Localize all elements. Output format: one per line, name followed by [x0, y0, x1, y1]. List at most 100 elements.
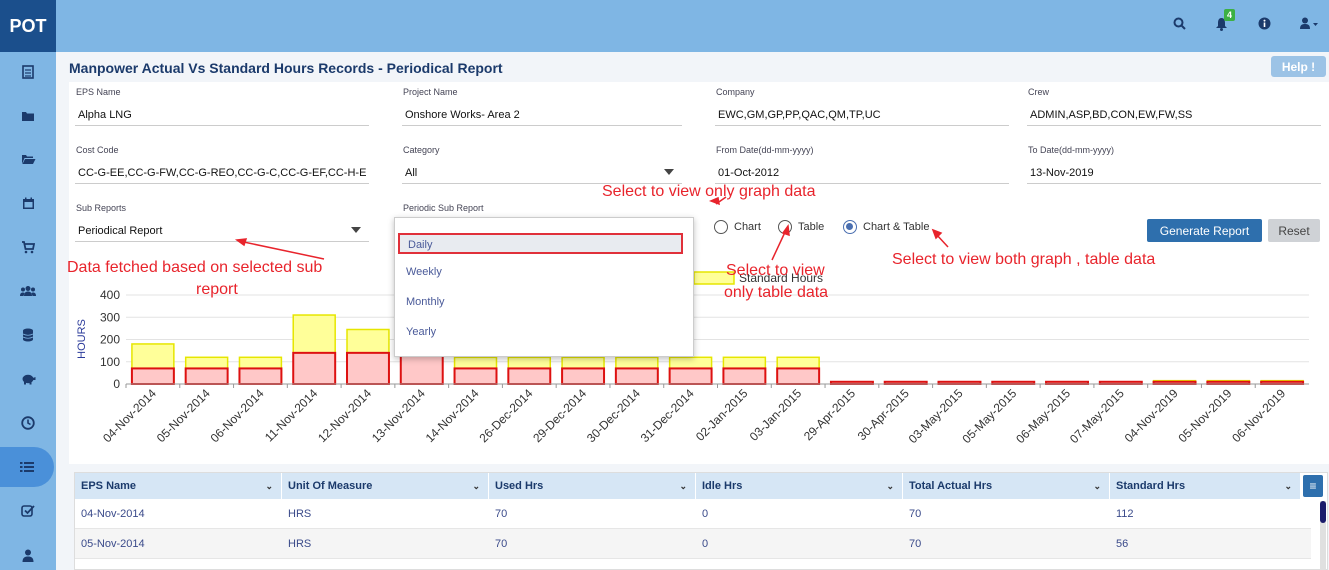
radio-table-circle[interactable]: [778, 220, 792, 234]
option-monthly[interactable]: Monthly: [398, 292, 683, 313]
option-weekly[interactable]: Weekly: [398, 262, 683, 283]
crew-field[interactable]: ADMIN,ASP,BD,CON,EW,FW,SS: [1027, 104, 1321, 126]
col-header-label: Standard Hrs: [1116, 480, 1186, 492]
cart-icon[interactable]: [0, 227, 56, 267]
users-icon[interactable]: [0, 271, 56, 311]
x-tick-label: 11-Nov-2014: [262, 386, 321, 445]
periodic-sub-report-label: Periodic Sub Report: [403, 203, 484, 213]
sub-reports-label: Sub Reports: [76, 203, 127, 213]
col-header-used-hrs[interactable]: Used Hrs ⌄: [489, 473, 696, 499]
bar-total-actual-hrs: [722, 367, 767, 386]
y-tick-label: 200: [100, 333, 120, 347]
col-header-total-actual-hrs[interactable]: Total Actual Hrs ⌄: [903, 473, 1110, 499]
annotation-graph: Select to view only graph data: [602, 183, 816, 200]
sort-chevron-icon[interactable]: ⌄: [886, 473, 894, 499]
radio-chart-label: Chart: [734, 221, 761, 233]
from-date-label: From Date(dd-mm-yyyy): [716, 145, 814, 155]
page-title: Manpower Actual Vs Standard Hours Record…: [69, 60, 503, 76]
cell-unit: HRS: [288, 538, 312, 550]
radio-table[interactable]: Table: [778, 220, 824, 234]
bar-chart: 0 100 200 300 400 HOURS 04-Nov-201405-Nov-2014…: [76, 271, 1309, 446]
x-tick-label: 29-Apr-2015: [801, 386, 858, 443]
y-tick-label: 300: [100, 310, 120, 324]
sort-chevron-icon[interactable]: ⌄: [1284, 473, 1292, 499]
option-daily[interactable]: Daily: [398, 233, 683, 254]
sort-chevron-icon[interactable]: ⌄: [265, 473, 273, 499]
eps-name-field[interactable]: Alpha LNG: [75, 104, 369, 126]
col-header-label: Used Hrs: [495, 480, 544, 492]
x-tick-label: 04-Nov-2019: [1122, 386, 1181, 445]
cell-total-actual-hrs: 70: [909, 508, 922, 520]
bar-total-actual-hrs: [130, 367, 175, 386]
cost-code-field[interactable]: CC-G-EE,CC-G-FW,CC-G-REO,CC-G-C,CC-G-EF,…: [75, 162, 369, 184]
radio-table-label: Table: [798, 221, 825, 233]
cell-idle-hrs: 0: [702, 508, 709, 520]
generate-report-button[interactable]: Generate Report: [1147, 219, 1262, 242]
bar-total-actual-hrs: [507, 367, 552, 386]
bar-total-actual-hrs: [668, 367, 713, 386]
radio-chart-and-table-circle[interactable]: [843, 220, 857, 234]
bar-total-actual-hrs: [346, 351, 390, 385]
reset-button[interactable]: Reset: [1268, 219, 1320, 242]
report-table: EPS Name ⌄ Unit Of Measure ⌄ Used Hrs ⌄ Idl…: [74, 472, 1328, 570]
bar-total-actual-hrs: [184, 367, 229, 386]
y-tick-label: 400: [100, 288, 120, 302]
cell-idle-hrs: 0: [702, 538, 709, 550]
sub-reports-select[interactable]: Periodical Report: [75, 220, 369, 242]
x-tick-label: 05-May-2015: [959, 386, 1019, 446]
list-icon[interactable]: [0, 447, 54, 487]
sort-chevron-icon[interactable]: ⌄: [679, 473, 687, 499]
sort-chevron-icon[interactable]: ⌄: [1093, 473, 1101, 499]
radio-chart-circle[interactable]: [714, 220, 728, 234]
sort-chevron-icon[interactable]: ⌄: [472, 473, 480, 499]
from-date-field[interactable]: 01-Oct-2012: [715, 162, 1009, 184]
to-date-field[interactable]: 13-Nov-2019: [1027, 162, 1321, 184]
col-header-label: Unit Of Measure: [288, 480, 373, 492]
clock-icon[interactable]: [0, 403, 56, 443]
y-tick-label: 100: [100, 355, 120, 369]
column-menu-button[interactable]: ≡: [1303, 475, 1323, 497]
table-row[interactable]: 04-Nov-2014 HRS 70 0 70 112: [75, 499, 1311, 529]
cell-eps-name: 05-Nov-2014: [81, 538, 145, 550]
radio-chart-and-table[interactable]: Chart & Table: [843, 220, 929, 234]
x-tick-label: 05-Nov-2019: [1176, 386, 1235, 445]
database-icon[interactable]: [0, 315, 56, 355]
company-field[interactable]: EWC,GM,GP,PP,QAC,QM,TP,UC: [715, 104, 1009, 126]
x-tick-label: 05-Nov-2014: [154, 386, 213, 445]
col-header-label: EPS Name: [81, 480, 137, 492]
sub-reports-caret-icon[interactable]: [351, 227, 361, 233]
info-icon[interactable]: [1255, 17, 1273, 35]
col-header-eps-name[interactable]: EPS Name ⌄: [75, 473, 282, 499]
radio-chart[interactable]: Chart: [714, 220, 761, 234]
piggy-bank-icon[interactable]: [0, 359, 56, 399]
folder-icon[interactable]: [0, 96, 56, 136]
app-logo[interactable]: POT: [0, 0, 56, 52]
x-tick-label: 30-Apr-2015: [855, 386, 912, 443]
table-scrollbar[interactable]: [1320, 501, 1326, 570]
table-row[interactable]: 05-Nov-2014 HRS 70 0 70 56: [75, 529, 1311, 559]
category-select[interactable]: All: [402, 162, 682, 184]
bar-total-actual-hrs: [399, 351, 444, 385]
calendar-icon[interactable]: [0, 183, 56, 223]
col-header-standard-hrs[interactable]: Standard Hrs ⌄: [1110, 473, 1301, 499]
project-name-field[interactable]: Onshore Works- Area 2: [402, 104, 682, 126]
col-header-idle-hrs[interactable]: Idle Hrs ⌄: [696, 473, 903, 499]
report-icon[interactable]: [0, 52, 56, 92]
cell-used-hrs: 70: [495, 508, 508, 520]
x-tick-label: 02-Jan-2015: [693, 386, 751, 444]
user-menu-icon[interactable]: [1296, 17, 1322, 35]
help-button[interactable]: Help !: [1271, 56, 1326, 77]
annotation-sub-report-1: Data fetched based on selected sub: [67, 259, 323, 276]
col-header-label: Total Actual Hrs: [909, 480, 993, 492]
category-caret-icon[interactable]: [664, 169, 674, 175]
col-header-unit[interactable]: Unit Of Measure ⌄: [282, 473, 489, 499]
option-yearly[interactable]: Yearly: [398, 322, 683, 343]
check-square-icon[interactable]: [0, 491, 56, 531]
annotation-table-2: only table data: [724, 284, 829, 301]
category-label: Category: [403, 145, 440, 155]
x-tick-label: 06-Nov-2014: [208, 386, 267, 445]
profile-icon[interactable]: [0, 535, 56, 570]
scrollbar-thumb[interactable]: [1320, 501, 1326, 523]
search-icon[interactable]: [1170, 17, 1188, 35]
folder-open-icon[interactable]: [0, 139, 56, 179]
